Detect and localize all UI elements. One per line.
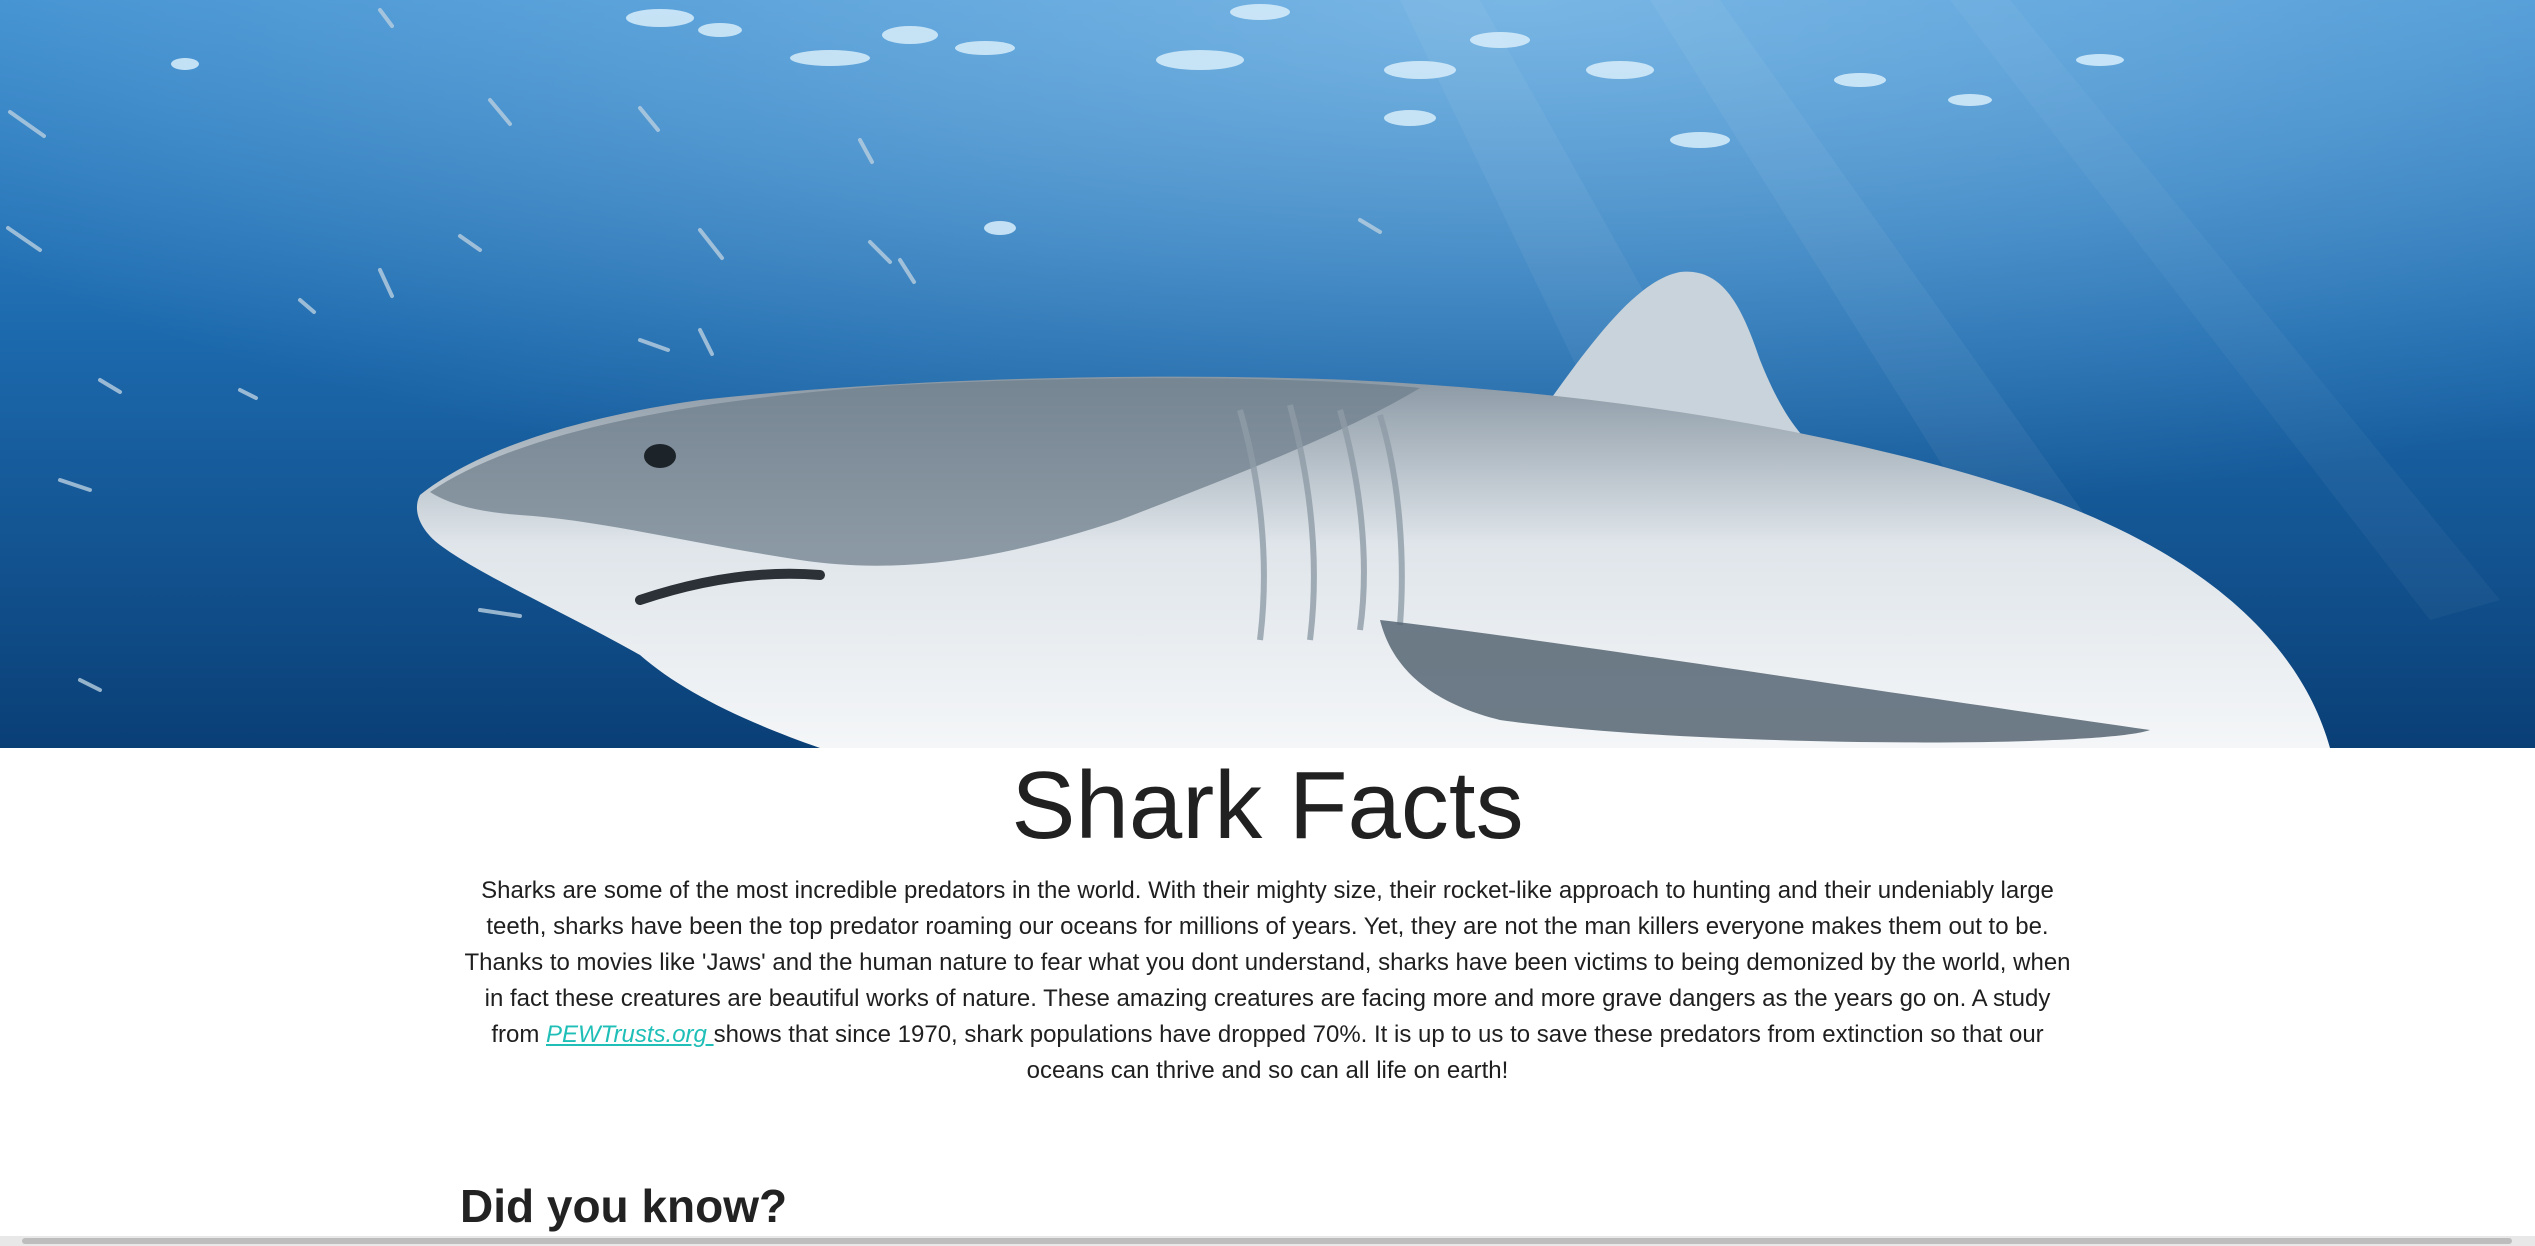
did-you-know-heading: Did you know? (460, 1180, 788, 1232)
horizontal-scrollbar[interactable] (0, 1236, 2535, 1246)
page-title: Shark Facts (1011, 752, 1524, 859)
pewtrusts-link[interactable]: PEWTrusts.org (546, 1021, 714, 1048)
intro-text-after: shows that since 1970, shark populations… (713, 1021, 2044, 1084)
hero-shark-image (0, 0, 2535, 748)
shark-photo-icon (0, 0, 2535, 748)
scrollbar-thumb[interactable] (22, 1238, 2512, 1244)
intro-paragraph: Sharks are some of the most incredible p… (460, 873, 2075, 1089)
